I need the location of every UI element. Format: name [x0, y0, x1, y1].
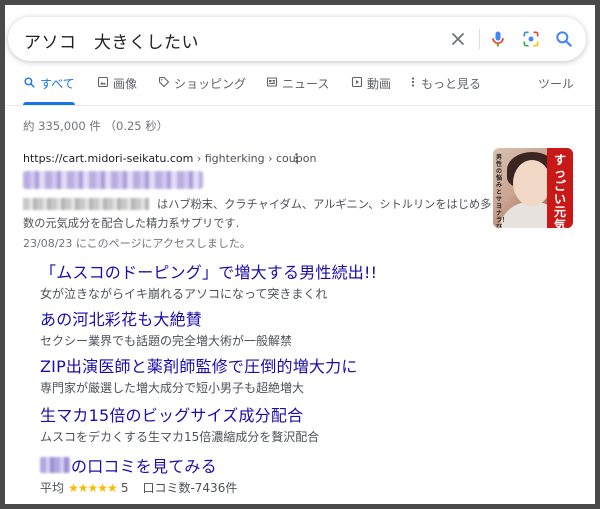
- tab-label: ショッピング: [174, 77, 247, 91]
- sitelink-desc: 女が泣きながらイキ崩れるアソコになって突きまくれ: [40, 287, 328, 301]
- search-bar-divider: [479, 29, 480, 49]
- sitelink: あの河北彩花も大絶賛 セクシー業界でも話題の完全増大術が一般解禁: [40, 306, 292, 349]
- search-tabs: すべて 画像 ショッピング ニュース 動画 もっと見る ツール: [5, 75, 595, 105]
- camera-lens-icon[interactable]: [521, 29, 541, 49]
- tab-label: ニュース: [282, 77, 330, 91]
- result-title-blurred[interactable]: [23, 171, 203, 189]
- tab-videos[interactable]: 動画: [351, 75, 391, 105]
- result-url[interactable]: https://cart.midori-seikatu.com › fighte…: [23, 152, 316, 165]
- sitelink-title[interactable]: 「ムスコのドーピング」で増大する男性続出!!: [40, 259, 377, 283]
- sitelink-title[interactable]: の口コミを見てみる: [40, 453, 237, 477]
- tab-all[interactable]: すべて: [23, 75, 75, 105]
- tabs-divider: [5, 105, 595, 106]
- sitelink: ZIP出演医師と薬剤師監修で圧倒的増大力に 専門家が厳選した増大成分で短小男子も…: [40, 353, 358, 396]
- sitelink-desc: 専門家が厳選した増大成分で短小男子も超絶増大: [40, 381, 305, 395]
- sitelink-title[interactable]: あの河北彩花も大絶賛: [40, 306, 292, 330]
- review-count: 口コミ数-7436件: [142, 481, 238, 495]
- tools-label: ツール: [538, 77, 575, 91]
- sitelink-desc: ムスコをデカくする生マカ15倍濃縮成分を贅沢配合: [40, 430, 320, 444]
- rating-value: 5: [120, 480, 129, 495]
- image-icon: [97, 76, 109, 88]
- more-vertical-icon: [295, 153, 298, 163]
- more-options-icon[interactable]: [294, 152, 299, 167]
- sitelink: 生マカ15倍のビッグサイズ成分配合 ムスコをデカくする生マカ15倍濃縮成分を贅沢…: [40, 402, 319, 445]
- tab-news[interactable]: ニュース: [266, 75, 329, 105]
- tab-label: もっと見る: [421, 77, 482, 91]
- video-icon: [351, 76, 363, 88]
- result-stats: 約 335,000 件 （0.25 秒）: [23, 119, 169, 133]
- tag-icon: [158, 76, 170, 88]
- thumbnail-banner-text: すっごい元気: [553, 153, 566, 229]
- tab-label: 画像: [113, 77, 138, 91]
- result-snippet: はハブ粉末、クラチャイダム、アルギニン、シトルリンをはじめ多数の元気成分を配合し…: [23, 198, 492, 230]
- more-vertical-icon: [411, 77, 415, 87]
- rating-row: 平均 ★★★★★ 5 口コミ数-7436件: [40, 479, 237, 496]
- tab-images[interactable]: 画像: [97, 75, 137, 105]
- sitelink-title[interactable]: 生マカ15倍のビッグサイズ成分配合: [40, 402, 319, 426]
- result-thumbnail[interactable]: すっごい元気 男性の悩みとサヨナラ！ びっくり: [493, 148, 573, 228]
- rating-label: 平均: [40, 481, 65, 495]
- browser-frame: アソコ 大きくしたい すべて 画像 ショッピング ニュース 動画 もっと見る ツ…: [5, 5, 595, 504]
- thumbnail-face: [513, 160, 551, 206]
- search-icon[interactable]: [554, 29, 574, 49]
- sitelink-desc: セクシー業界でも話題の完全増大術が一般解禁: [40, 334, 293, 348]
- microphone-icon[interactable]: [488, 29, 508, 49]
- tab-label: すべて: [40, 77, 75, 91]
- sitelink-title-text: の口コミを見てみる: [71, 457, 217, 476]
- search-icon: [24, 77, 35, 88]
- search-bar[interactable]: アソコ 大きくしたい: [8, 17, 586, 61]
- tab-more[interactable]: もっと見る: [409, 75, 481, 105]
- clear-icon[interactable]: [448, 29, 468, 49]
- thumbnail-side-text: 男性の悩みとサヨナラ！ びっくり: [496, 154, 509, 228]
- search-input[interactable]: アソコ 大きくしたい: [24, 28, 199, 53]
- sitelink: 「ムスコのドーピング」で増大する男性続出!! 女が泣きながらイキ崩れるアソコにな…: [40, 259, 377, 302]
- visited-date: 23/08/23 にこのページにアクセスしました。: [23, 237, 251, 250]
- blurred-product-name: [40, 457, 70, 473]
- result-url-host: https://cart.midori-seikatu.com: [23, 152, 194, 165]
- tools-button[interactable]: ツール: [538, 75, 574, 105]
- news-icon: [266, 77, 278, 87]
- tab-label: 動画: [367, 77, 392, 91]
- sitelink-title[interactable]: ZIP出演医師と薬剤師監修で圧倒的増大力に: [40, 353, 358, 377]
- star-rating-icon: ★★★★★: [68, 480, 118, 495]
- sitelink-reviews: の口コミを見てみる 平均 ★★★★★ 5 口コミ数-7436件: [40, 453, 237, 496]
- tab-shopping[interactable]: ショッピング: [158, 75, 246, 105]
